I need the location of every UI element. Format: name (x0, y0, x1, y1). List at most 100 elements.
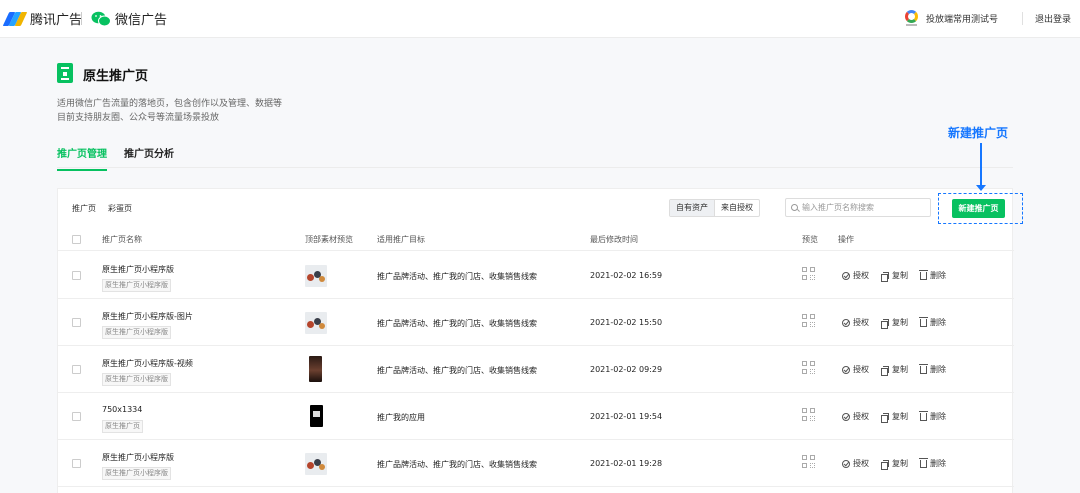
table-header: 推广页名称 顶部素材预览 适用推广目标 最后修改时间 预览 操作 (58, 227, 1014, 251)
header-divider (1022, 12, 1023, 25)
copy-label: 复制 (892, 318, 908, 327)
page-type-tabs: 推广页 彩蛋页 (72, 203, 132, 214)
delete-label: 删除 (930, 459, 946, 468)
row-actions: 授权 复制 删除 (842, 458, 946, 470)
logout-link[interactable]: 退出登录 (1035, 12, 1071, 25)
promotion-goal: 推广品牌活动、推广我的门店、收集销售线索 (377, 272, 537, 281)
search-input[interactable] (802, 203, 922, 212)
authorize-label: 授权 (853, 318, 869, 327)
qr-preview-icon[interactable] (802, 408, 815, 421)
authorize-icon (842, 459, 850, 468)
trash-icon (919, 270, 928, 280)
delete-label: 删除 (930, 271, 946, 280)
column-modified-time: 最后修改时间 (590, 235, 638, 244)
page-name[interactable]: 原生推广页小程序版 (102, 452, 174, 463)
copy-icon (881, 459, 889, 470)
account-name: 投放端常用测试号 (926, 14, 999, 25)
authorize-label: 授权 (853, 271, 869, 280)
qr-preview-icon[interactable] (802, 267, 815, 280)
authorize-label: 授权 (853, 365, 869, 374)
media-thumbnail[interactable] (305, 312, 327, 334)
copy-action[interactable]: 复制 (881, 411, 908, 423)
copy-action[interactable]: 复制 (881, 270, 908, 282)
row-checkbox[interactable] (72, 459, 81, 468)
media-thumbnail[interactable] (310, 405, 323, 427)
tabs-divider (57, 167, 1013, 168)
row-checkbox[interactable] (72, 271, 81, 280)
annotation-arrow-head (976, 185, 986, 191)
page-name[interactable]: 750x1334 (102, 405, 142, 414)
segment-own-assets[interactable]: 自有资产 (670, 200, 714, 216)
authorize-action[interactable]: 授权 (842, 317, 869, 328)
table-row: 750x1334 原生推广页 推广我的应用 2021-02-01 19:54 授… (58, 393, 1014, 440)
wechat-ads-logo[interactable]: 微信广告 (91, 9, 167, 28)
page-name[interactable]: 原生推广页小程序版-视频 (102, 358, 193, 369)
segment-authorized[interactable]: 来自授权 (714, 200, 759, 216)
authorize-label: 授权 (853, 412, 869, 421)
authorize-icon (842, 271, 850, 280)
column-preview: 预览 (802, 235, 818, 244)
annotation-highlight-box (938, 193, 1023, 224)
authorize-action[interactable]: 授权 (842, 458, 869, 469)
account-switcher[interactable]: 投放端常用测试号 (905, 10, 998, 26)
copy-label: 复制 (892, 365, 908, 374)
qr-preview-icon[interactable] (802, 361, 815, 374)
copy-action[interactable]: 复制 (881, 317, 908, 329)
modified-time: 2021-02-02 15:50 (590, 318, 663, 327)
authorize-label: 授权 (853, 459, 869, 468)
page-type-tag: 原生推广页 (102, 420, 143, 433)
modified-time: 2021-02-01 19:28 (590, 459, 663, 468)
authorize-icon (842, 318, 850, 327)
page-type-tag: 原生推广页小程序版 (102, 326, 171, 339)
modified-time: 2021-02-02 16:59 (590, 271, 663, 280)
delete-action[interactable]: 删除 (919, 364, 946, 375)
row-actions: 授权 复制 删除 (842, 270, 946, 282)
page-title: 原生推广页 (83, 69, 149, 84)
tencent-ads-logo[interactable]: 腾讯广告 (2, 9, 82, 28)
qr-preview-icon[interactable] (802, 314, 815, 327)
select-all-checkbox[interactable] (72, 235, 81, 244)
subtab-easter-egg-page[interactable]: 彩蛋页 (108, 203, 132, 214)
authorize-action[interactable]: 授权 (842, 270, 869, 281)
column-top-media: 顶部素材预览 (305, 235, 353, 244)
delete-action[interactable]: 删除 (919, 411, 946, 422)
page-type-tag: 原生推广页小程序版 (102, 467, 171, 480)
table-row: 原生推广页小程序版 原生推广页小程序版 推广品牌活动、推广我的门店、收集销售线索… (58, 440, 1014, 487)
asset-source-segment: 自有资产 来自授权 (669, 199, 760, 217)
trash-icon (919, 317, 928, 327)
promotion-goal: 推广品牌活动、推广我的门店、收集销售线索 (377, 460, 537, 469)
modified-time: 2021-02-02 09:29 (590, 365, 663, 374)
promotion-goal: 推广品牌活动、推广我的门店、收集销售线索 (377, 366, 537, 375)
trash-icon (919, 458, 928, 468)
delete-label: 删除 (930, 412, 946, 421)
media-thumbnail[interactable] (305, 265, 327, 287)
delete-action[interactable]: 删除 (919, 458, 946, 469)
authorize-action[interactable]: 授权 (842, 364, 869, 375)
delete-action[interactable]: 删除 (919, 317, 946, 328)
subtab-landing-page[interactable]: 推广页 (72, 203, 96, 214)
annotation-arrow-line (980, 143, 982, 187)
row-checkbox[interactable] (72, 318, 81, 327)
delete-label: 删除 (930, 365, 946, 374)
page-name[interactable]: 原生推广页小程序版 (102, 264, 174, 275)
wechat-ads-label: 微信广告 (115, 13, 168, 28)
row-actions: 授权 复制 删除 (842, 364, 946, 376)
row-checkbox[interactable] (72, 412, 81, 421)
media-thumbnail[interactable] (305, 453, 327, 475)
tencent-logo-icon (2, 11, 28, 26)
authorize-icon (842, 365, 850, 374)
column-goal: 适用推广目标 (377, 235, 425, 244)
table-row: 原生推广页小程序版 原生推广页小程序版 推广品牌活动、推广我的门店、收集销售线索… (58, 252, 1014, 299)
copy-action[interactable]: 复制 (881, 458, 908, 470)
delete-action[interactable]: 删除 (919, 270, 946, 281)
delete-label: 删除 (930, 318, 946, 327)
media-thumbnail[interactable] (309, 356, 322, 382)
qr-preview-icon[interactable] (802, 455, 815, 468)
landing-page-list-card: 推广页 彩蛋页 自有资产 来自授权 新建推广页 推广页名称 顶部素材预览 适用推… (57, 188, 1014, 493)
promotion-goal: 推广品牌活动、推广我的门店、收集销售线索 (377, 319, 537, 328)
authorize-action[interactable]: 授权 (842, 411, 869, 422)
row-checkbox[interactable] (72, 365, 81, 374)
page-name[interactable]: 原生推广页小程序版-图片 (102, 311, 193, 322)
authorize-icon (842, 412, 850, 421)
copy-action[interactable]: 复制 (881, 364, 908, 376)
